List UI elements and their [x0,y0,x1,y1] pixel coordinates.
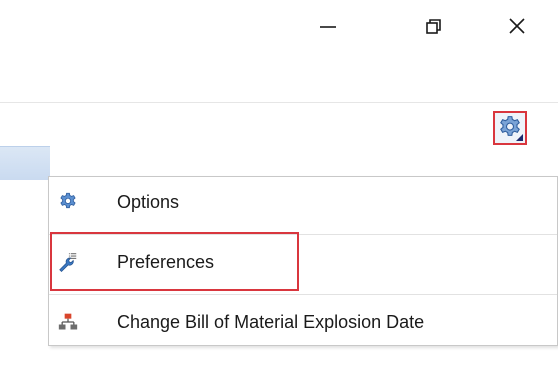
menu-item-label: Change Bill of Material Explosion Date [117,311,425,332]
restore-icon [426,19,441,34]
minimize-button[interactable] [298,0,358,52]
settings-menu-button[interactable] [493,111,527,145]
menu-item-label: Preferences [117,251,215,272]
wrench-list-icon [57,251,79,273]
panel-header-strip [0,146,50,181]
gear-icon [57,191,79,213]
hierarchy-icon [57,311,79,333]
minimize-icon [320,26,336,28]
close-button[interactable] [487,0,547,52]
menu-separator [49,294,557,295]
menu-item-preferences[interactable]: Preferences [49,237,557,287]
restore-button[interactable] [403,0,463,52]
panel-background [0,180,50,392]
menu-item-label: Options [117,191,180,212]
toolbar [0,102,558,147]
dropdown-indicator-icon [516,134,523,141]
menu-item-options[interactable]: Options [49,177,557,227]
menu-item-change-bom-explosion-date[interactable]: Change Bill of Material Explosion Date [49,297,557,347]
settings-dropdown-menu: Options Preferences Change Bill of Mater… [48,176,558,346]
close-icon [509,18,525,34]
menu-separator [49,234,557,235]
